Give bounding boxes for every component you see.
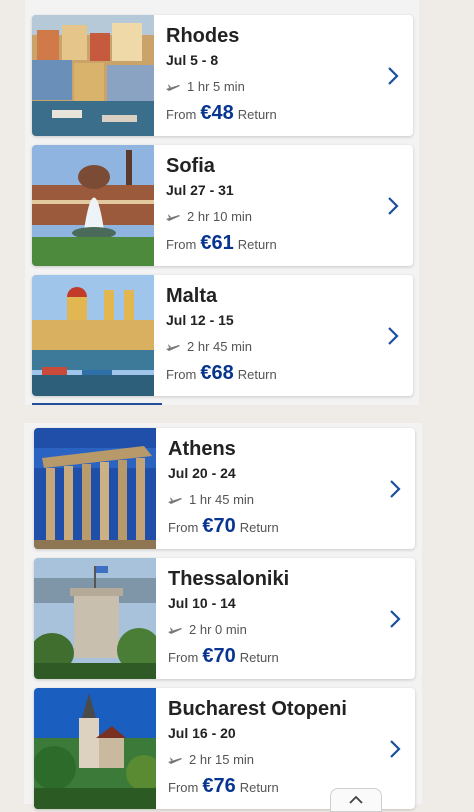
- price: €70: [202, 515, 236, 537]
- destination-city: Thessaloniki: [168, 568, 290, 590]
- trip-type-label: Return: [237, 237, 277, 252]
- price: €70: [202, 645, 236, 667]
- from-label: From: [166, 367, 197, 382]
- travel-dates: Jul 20 - 24: [168, 465, 236, 481]
- from-label: From: [168, 650, 199, 665]
- chevron-right-icon[interactable]: [385, 326, 401, 346]
- price: €76: [202, 775, 236, 797]
- plane-icon: [168, 756, 182, 764]
- from-label: From: [166, 237, 197, 252]
- duration-text: 2 hr 15 min: [189, 752, 255, 767]
- destination-card[interactable]: Thessaloniki Jul 10 - 14 2 hr 0 min From…: [34, 558, 415, 679]
- from-label: From: [166, 107, 197, 122]
- scroll-to-top-button[interactable]: [330, 788, 382, 812]
- destination-photo: [32, 275, 154, 396]
- price-row: From €70 Return: [168, 515, 279, 538]
- chevron-right-icon[interactable]: [387, 739, 403, 759]
- destination-photo: [32, 145, 154, 266]
- destination-city: Bucharest Otopeni: [168, 698, 347, 720]
- travel-dates: Jul 5 - 8: [166, 52, 219, 68]
- chevron-up-icon: [349, 795, 363, 804]
- chevron-right-icon[interactable]: [387, 479, 403, 499]
- duration-text: 2 hr 0 min: [189, 622, 247, 637]
- plane-icon: [168, 496, 182, 504]
- price: €68: [200, 362, 234, 384]
- travel-dates: Jul 16 - 20: [168, 725, 236, 741]
- flight-duration: 2 hr 10 min: [166, 209, 252, 224]
- next-card-edge: [32, 403, 162, 405]
- destination-city: Rhodes: [166, 25, 240, 47]
- duration-text: 2 hr 10 min: [187, 209, 253, 224]
- duration-text: 2 hr 45 min: [187, 339, 253, 354]
- plane-icon: [168, 626, 182, 634]
- from-label: From: [168, 780, 199, 795]
- plane-icon: [166, 83, 180, 91]
- chevron-right-icon[interactable]: [385, 196, 401, 216]
- flight-duration: 2 hr 0 min: [168, 622, 247, 637]
- from-label: From: [168, 520, 199, 535]
- destination-photo: [34, 428, 156, 549]
- flight-duration: 1 hr 5 min: [166, 79, 245, 94]
- plane-icon: [166, 213, 180, 221]
- chevron-right-icon[interactable]: [385, 66, 401, 86]
- price: €61: [200, 232, 234, 254]
- price: €48: [200, 102, 234, 124]
- chevron-right-icon[interactable]: [387, 609, 403, 629]
- trip-type-label: Return: [239, 780, 279, 795]
- travel-dates: Jul 27 - 31: [166, 182, 234, 198]
- price-row: From €61 Return: [166, 232, 277, 255]
- travel-dates: Jul 12 - 15: [166, 312, 234, 328]
- price-row: From €48 Return: [166, 102, 277, 125]
- destination-panel: Rhodes Jul 5 - 8 1 hr 5 min From €48 Ret…: [25, 0, 419, 405]
- flight-duration: 1 hr 45 min: [168, 492, 254, 507]
- destination-panel: Athens Jul 20 - 24 1 hr 45 min From €70 …: [24, 423, 422, 809]
- destination-city: Athens: [168, 438, 236, 460]
- price-row: From €70 Return: [168, 645, 279, 668]
- plane-icon: [166, 343, 180, 351]
- destination-photo: [34, 558, 156, 679]
- destination-photo: [34, 688, 156, 809]
- trip-type-label: Return: [239, 520, 279, 535]
- destination-card[interactable]: Athens Jul 20 - 24 1 hr 45 min From €70 …: [34, 428, 415, 549]
- destination-city: Malta: [166, 285, 218, 307]
- destination-card[interactable]: Malta Jul 12 - 15 2 hr 45 min From €68 R…: [32, 275, 413, 396]
- flight-duration: 2 hr 15 min: [168, 752, 254, 767]
- price-row: From €68 Return: [166, 362, 277, 385]
- duration-text: 1 hr 45 min: [189, 492, 255, 507]
- destination-city: Sofia: [166, 155, 215, 177]
- trip-type-label: Return: [237, 107, 277, 122]
- destination-card[interactable]: Rhodes Jul 5 - 8 1 hr 5 min From €48 Ret…: [32, 15, 413, 136]
- price-row: From €76 Return: [168, 775, 279, 798]
- destination-card[interactable]: Sofia Jul 27 - 31 2 hr 10 min From €61 R…: [32, 145, 413, 266]
- flight-duration: 2 hr 45 min: [166, 339, 252, 354]
- trip-type-label: Return: [237, 367, 277, 382]
- destination-photo: [32, 15, 154, 136]
- trip-type-label: Return: [239, 650, 279, 665]
- travel-dates: Jul 10 - 14: [168, 595, 236, 611]
- duration-text: 1 hr 5 min: [187, 79, 245, 94]
